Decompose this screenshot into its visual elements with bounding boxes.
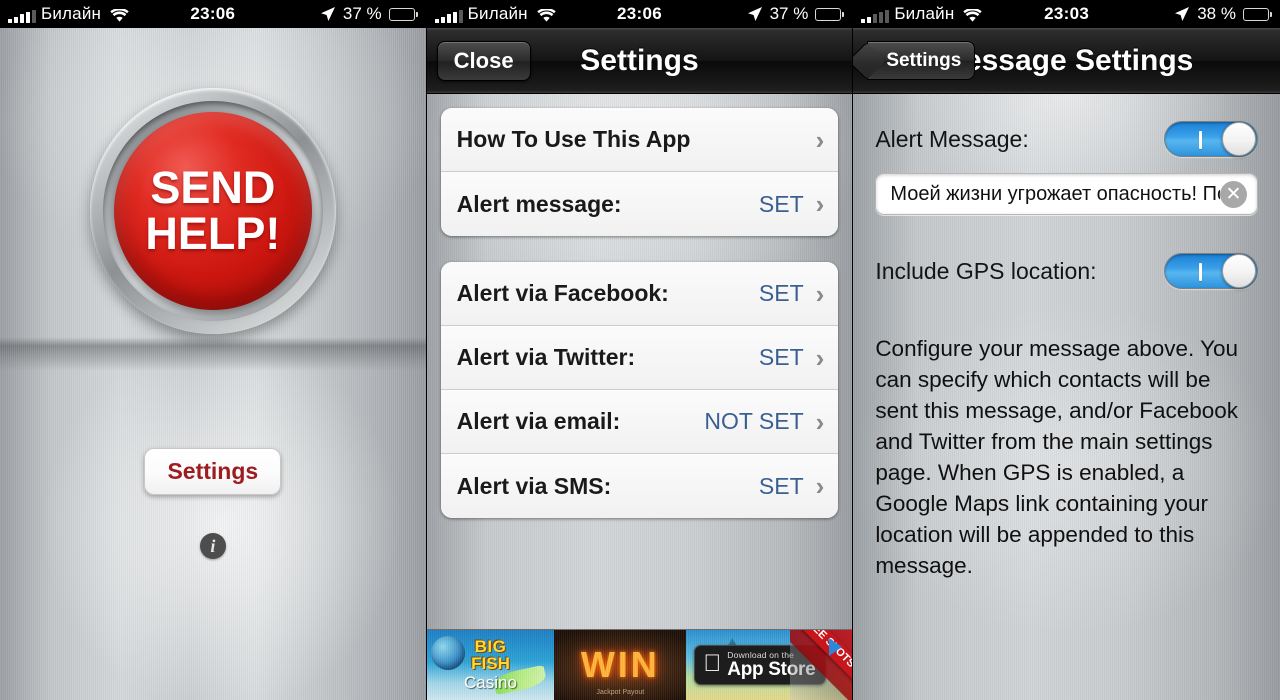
status-bar-right: 38 % xyxy=(1174,4,1272,24)
status-bar-panel1: Билайн 23:06 37 % xyxy=(0,0,426,28)
gps-location-row: Include GPS location: xyxy=(875,253,1258,289)
chevron-right-icon: › xyxy=(815,124,825,155)
chevron-right-icon: › xyxy=(815,406,825,437)
apple-logo-icon:  xyxy=(703,652,721,676)
list-item-value: SET xyxy=(758,190,804,217)
settings-group-1: How To Use This App › Alert message: SET… xyxy=(440,108,839,236)
list-item-value: SET xyxy=(758,472,804,499)
message-settings-body: Alert Message: Моей жизни угрожает опасн… xyxy=(853,94,1280,700)
home-content: SEND HELP! Settings i xyxy=(0,28,426,700)
list-item-alert-message[interactable]: Alert message: SET › xyxy=(440,172,839,236)
ad-brand-line1: BIG xyxy=(474,636,507,656)
panel-message-settings: Билайн 23:03 38 % Settings Message Setti… xyxy=(853,0,1280,700)
close-button[interactable]: Close xyxy=(436,40,531,81)
toggle-knob xyxy=(1221,122,1256,156)
list-item-label: Alert message: xyxy=(456,190,622,217)
status-bar-panel2: Билайн 23:06 37 % xyxy=(426,0,853,28)
location-arrow-icon xyxy=(320,6,336,22)
description-text: Configure your message above. You can sp… xyxy=(875,336,1239,579)
alert-message-input-value[interactable]: Моей жизни угрожает опасность! Помо… xyxy=(890,183,1220,206)
list-item-value: NOT SET xyxy=(704,408,804,434)
battery-percent-label: 37 % xyxy=(342,4,382,23)
list-item-alert-facebook[interactable]: Alert via Facebook: SET › xyxy=(440,262,839,326)
list-item-label: How To Use This App xyxy=(456,126,691,152)
ad-brand-line3: Casino xyxy=(464,672,517,692)
clear-icon[interactable]: ✕ xyxy=(1219,180,1247,208)
list-item-how-to-use[interactable]: How To Use This App › xyxy=(440,108,839,172)
ad-brand-section[interactable]: BIG FISH Casino xyxy=(426,630,555,700)
alert-message-toggle[interactable] xyxy=(1163,121,1258,157)
ad-appstore-section[interactable]:  Download on the App Store FREE SLOTS xyxy=(686,630,853,700)
panel-home-screen: Билайн 23:06 37 % SEND HELP! Settings i xyxy=(0,0,427,700)
globe-icon xyxy=(430,636,465,670)
list-item-alert-twitter[interactable]: Alert via Twitter: SET › xyxy=(440,326,839,390)
battery-icon xyxy=(388,7,418,21)
alert-message-row: Alert Message: xyxy=(875,121,1258,157)
send-help-line1: SEND xyxy=(150,162,276,214)
toggle-knob xyxy=(1221,254,1256,288)
settings-group-2: Alert via Facebook: SET › Alert via Twit… xyxy=(440,262,839,518)
ad-win-text: WIN xyxy=(580,644,660,685)
ad-brand-line2: FISH xyxy=(471,653,510,673)
chevron-right-icon: › xyxy=(815,278,825,309)
navigation-bar-message-settings: Settings Message Settings xyxy=(853,28,1280,94)
list-item-label: Alert via Twitter: xyxy=(456,344,636,370)
alert-message-label: Alert Message: xyxy=(875,125,1029,152)
info-icon[interactable]: i xyxy=(199,533,226,559)
ad-win-subtext: Jackpot Payout xyxy=(596,689,645,696)
panel-settings-list: Билайн 23:06 37 % Close Settings How To … xyxy=(426,0,854,700)
chevron-right-icon: › xyxy=(815,471,825,501)
chevron-right-icon: › xyxy=(815,189,825,219)
ad-banner[interactable]: BIG FISH Casino WIN Jackpot Payout  Dow… xyxy=(426,629,853,700)
send-help-button-face[interactable]: SEND HELP! xyxy=(113,112,312,310)
send-help-button[interactable]: SEND HELP! xyxy=(89,88,336,334)
status-bar-panel3: Билайн 23:03 38 % xyxy=(853,0,1280,28)
status-bar-right: 37 % xyxy=(747,4,845,24)
list-item-label: Alert via SMS: xyxy=(456,472,612,499)
play-triangle-icon xyxy=(829,638,843,656)
location-arrow-icon xyxy=(1174,6,1190,22)
chevron-right-icon: › xyxy=(815,342,825,373)
toggle-on-mark xyxy=(1198,263,1202,281)
gps-location-label: Include GPS location: xyxy=(875,257,1097,284)
list-item-alert-email[interactable]: Alert via email: NOT SET › xyxy=(440,390,839,454)
settings-list-body: How To Use This App › Alert message: SET… xyxy=(426,94,853,700)
battery-icon xyxy=(1242,7,1272,21)
alert-message-field[interactable]: Моей жизни угрожает опасность! Помо… ✕ xyxy=(875,173,1258,215)
list-item-value: SET xyxy=(758,344,804,370)
list-item-alert-sms[interactable]: Alert via SMS: SET › xyxy=(440,454,839,518)
send-help-line2: HELP! xyxy=(145,208,281,259)
toggle-on-mark xyxy=(1198,131,1202,149)
location-arrow-icon xyxy=(747,6,763,22)
list-item-value: SET xyxy=(758,280,804,306)
gps-location-toggle[interactable] xyxy=(1163,253,1258,289)
status-bar-right: 37 % xyxy=(320,4,418,24)
list-item-label: Alert via email: xyxy=(456,408,621,434)
back-button-settings[interactable]: Settings xyxy=(867,41,976,80)
ad-slots-section[interactable]: WIN Jackpot Payout xyxy=(554,630,687,700)
list-item-label: Alert via Facebook: xyxy=(456,280,669,306)
battery-percent-label: 37 % xyxy=(769,4,809,23)
navigation-bar-settings: Close Settings xyxy=(426,28,853,94)
battery-icon xyxy=(815,7,845,21)
battery-percent-label: 38 % xyxy=(1197,4,1236,23)
three-panel-screenshot: Билайн 23:06 37 % SEND HELP! Settings i … xyxy=(0,0,1280,700)
settings-button[interactable]: Settings xyxy=(144,448,282,495)
